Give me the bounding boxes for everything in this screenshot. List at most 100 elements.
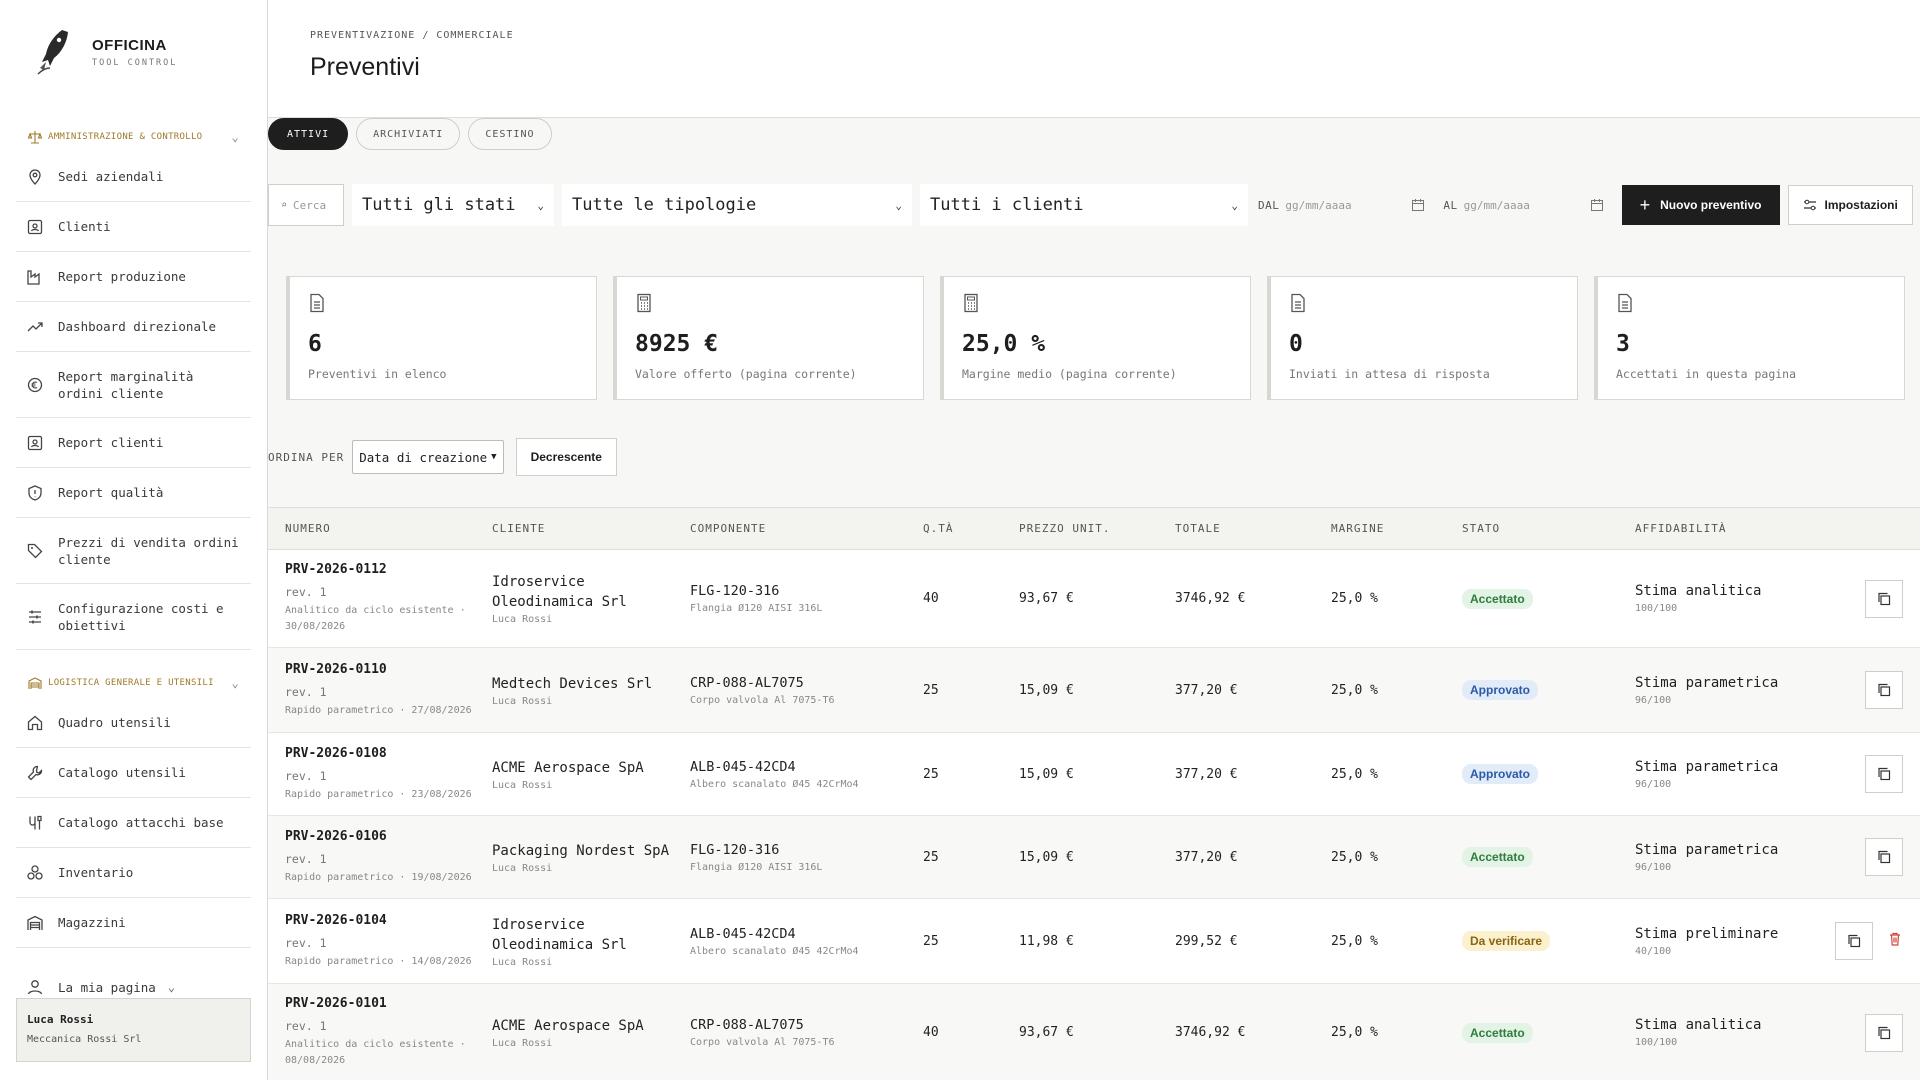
quote-number[interactable]: PRV-2026-0106 [285,829,492,844]
client-cell: Packaging Nordest SpA Luca Rossi [492,841,690,874]
breadcrumb[interactable]: PREVENTIVAZIONE / COMMERCIALE [310,30,1878,41]
sidebar-item-catalogo-attacchi[interactable]: Catalogo attacchi base [16,798,251,848]
client-owner: Luca Rossi [492,1038,553,1049]
duplicate-button[interactable] [1865,671,1903,709]
sidebar-item-inventario[interactable]: Inventario [16,848,251,898]
client-filter-value: Tutti i clienti [930,195,1084,215]
table-row[interactable]: PRV-2026-0104 rev. 1 Rapido parametrico … [268,899,1920,984]
sidebar-item-sedi[interactable]: Sedi aziendali [16,152,251,202]
chevron-down-icon[interactable]: ⌄ [231,130,239,144]
tab-attivi[interactable]: ATTIVI [268,118,349,150]
calendar-icon[interactable] [1411,198,1425,212]
component-code: CRP-088-AL7075 [690,674,804,691]
quote-number[interactable]: PRV-2026-0101 [285,996,492,1011]
tab-cestino[interactable]: CESTINO [468,118,552,150]
new-quote-button[interactable]: + Nuovo preventivo [1621,185,1780,225]
stat-card: 3 Accettati in questa pagina [1594,276,1905,400]
user-company: Meccanica Rossi Srl [27,1034,142,1045]
column-header[interactable]: CLIENTE [492,522,690,535]
calculator-icon [964,293,978,313]
user-card[interactable]: Luca Rossi Meccanica Rossi Srl [16,998,251,1062]
section-head-amministrazione[interactable]: Amministrazione & Controllo ⌄ [16,104,251,152]
table-row[interactable]: PRV-2026-0112 rev. 1 Analitico da ciclo … [268,550,1920,648]
sidebar-item-report-clienti[interactable]: Report clienti [16,418,251,468]
unit-price-cell: 15,09 € [1019,849,1074,865]
quote-number[interactable]: PRV-2026-0104 [285,913,492,928]
stat-value: 3 [1616,331,1630,357]
settings-sliders-icon [1803,199,1816,211]
shield-alert-icon [28,484,42,501]
table-row[interactable]: PRV-2026-0108 rev. 1 Rapido parametrico … [268,733,1920,816]
column-header[interactable]: PREZZO UNIT. [1019,522,1175,535]
sort-direction-button[interactable]: Decrescente [515,438,617,476]
duplicate-button[interactable] [1835,922,1873,960]
quote-meta: Rapido parametrico · 23/08/2026 [285,788,472,800]
sidebar-item-label: Sedi aziendali [58,169,164,184]
sidebar-item-report-qualita[interactable]: Report qualità [16,468,251,518]
table-row[interactable]: PRV-2026-0110 rev. 1 Rapido parametrico … [268,648,1920,733]
table-row[interactable]: PRV-2026-0106 rev. 1 Rapido parametrico … [268,816,1920,899]
sidebar-item-report-produzione[interactable]: Report produzione [16,252,251,302]
delete-button[interactable] [1887,931,1903,951]
type-filter-select[interactable]: Tutte le tipologie ⌄ [562,184,912,226]
date-to-placeholder: gg/mm/aaaa [1463,198,1530,212]
sidebar-item-clienti[interactable]: Clienti [16,202,251,252]
sort-label: ORDINA PER [268,450,345,464]
sidebar-item-magazzini[interactable]: Magazzini [16,898,251,948]
column-header[interactable]: AFFIDABILITÀ [1635,522,1824,535]
column-header[interactable]: COMPONENTE [690,522,923,535]
number-cell: PRV-2026-0106 rev. 1 Rapido parametrico … [268,829,492,886]
sidebar-item-report-marginalita[interactable]: Report marginalità ordini cliente [16,352,251,418]
calendar-icon[interactable] [1590,198,1604,212]
status-cell: Accettato [1462,588,1635,609]
duplicate-button[interactable] [1865,755,1903,793]
column-header[interactable]: TOTALE [1175,522,1331,535]
stat-card: 8925 € Valore offerto (pagina corrente) [613,276,924,400]
column-header[interactable]: STATO [1462,522,1635,535]
quantity-cell: 40 [923,591,939,606]
margin-cell: 25,0 % [1331,849,1378,865]
sidebar-item-quadro-utensili[interactable]: Quadro utensili [16,698,251,748]
settings-button[interactable]: Impostazioni [1787,185,1913,225]
duplicate-button[interactable] [1865,1013,1903,1052]
status-filter-select[interactable]: Tutti gli stati ⌄ [352,184,554,226]
date-to-input[interactable]: gg/mm/aaaa [1464,191,1612,219]
reliability-label: Stima parametrica [1635,674,1779,691]
margin-cell: 25,0 % [1331,591,1378,606]
section-head-logistica[interactable]: Logistica generale e utensili ⌄ [16,650,251,698]
date-from-input[interactable]: gg/mm/aaaa [1285,191,1433,219]
brand[interactable]: OFFICINA TOOL CONTROL [0,0,267,104]
chevron-down-icon[interactable]: ⌄ [231,676,239,690]
actions-cell [1824,922,1920,960]
search-input[interactable]: ⌕ Cerca [268,184,344,226]
number-cell: PRV-2026-0108 rev. 1 Rapido parametrico … [268,746,492,803]
status-badge: Approvato [1462,764,1538,784]
attachment-icon [29,815,42,829]
component-cell: FLG-120-316 Flangia Ø120 AISI 316L [690,842,923,873]
sort-field-select[interactable]: Data di creazione ▼ [352,440,504,474]
status-cell: Approvato [1462,680,1635,700]
quote-number[interactable]: PRV-2026-0112 [285,562,492,577]
sidebar-item-prezzi-vendita[interactable]: Prezzi di vendita ordini cliente [16,518,251,584]
tab-archiviati[interactable]: ARCHIVIATI [356,118,461,150]
number-cell: PRV-2026-0110 rev. 1 Rapido parametrico … [268,662,492,719]
quote-revision: rev. 1 [285,1019,327,1033]
column-header[interactable]: NUMERO [268,522,492,535]
table-row[interactable]: PRV-2026-0101 rev. 1 Analitico da ciclo … [268,984,1920,1080]
sidebar-item-dashboard-direzionale[interactable]: Dashboard direzionale [16,302,251,352]
stat-label: Margine medio (pagina corrente) [962,367,1177,381]
quote-number[interactable]: PRV-2026-0108 [285,746,492,761]
column-header[interactable]: MARGINE [1331,522,1462,535]
chevron-down-icon[interactable]: ⌄ [168,980,175,994]
brand-logo-icon [37,30,68,75]
sidebar-item-label: Catalogo attacchi base [58,815,224,830]
client-filter-select[interactable]: Tutti i clienti ⌄ [920,184,1248,226]
column-header[interactable]: Q.TÀ [923,522,1019,535]
quote-number[interactable]: PRV-2026-0110 [285,662,492,677]
component-cell: ALB-045-42CD4 Albero scanalato Ø45 42CrM… [690,926,923,957]
duplicate-button[interactable] [1865,838,1903,876]
sidebar-item-configurazione-costi[interactable]: Configurazione costi e obiettivi [16,584,251,650]
unit-price-cell: 93,67 € [1019,1025,1074,1040]
sidebar-item-catalogo-utensili[interactable]: Catalogo utensili [16,748,251,798]
duplicate-button[interactable] [1865,579,1903,618]
